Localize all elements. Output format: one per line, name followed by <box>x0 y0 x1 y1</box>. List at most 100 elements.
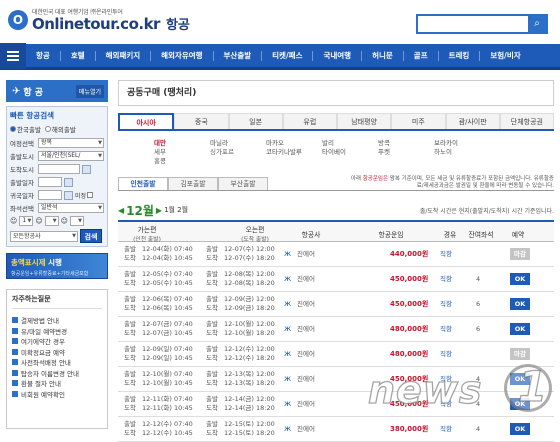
calendar-icon[interactable] <box>64 190 73 200</box>
search-input[interactable]: ⌕ <box>416 14 548 34</box>
radio-korea-departure[interactable]: 한국출발 <box>10 124 41 134</box>
return-arrival: 12-10(월) 18:20 <box>224 329 275 337</box>
outbound-arrival: 12-06(목) 10:45 <box>142 304 193 312</box>
tab-region-6[interactable]: 괌/사이판 <box>445 113 500 129</box>
nav-item-5[interactable]: 티켓/패스 <box>262 50 312 61</box>
reserve-ok-button[interactable]: OK <box>510 323 530 335</box>
nav-item-4[interactable]: 부산출발 <box>214 50 262 61</box>
return-arrival: 12-12(수) 18:20 <box>224 354 275 362</box>
city-link[interactable]: 푸켓 <box>378 146 390 156</box>
seat-class-label: 좌석선택 <box>10 205 34 213</box>
tab-region-1[interactable]: 중국 <box>174 113 229 129</box>
main-nav: 항공 호텔 해외패키지 해외자유여행 부산출발 티켓/패스 국내여행 허니문 골프 트레킹 보험/비… <box>0 42 560 70</box>
departure-city-select[interactable]: 서울/인천(SEL/ <box>38 151 104 161</box>
nav-item-7[interactable]: 허니문 <box>362 50 403 61</box>
faq-item[interactable]: 비회원 예약확인 <box>12 389 102 400</box>
tab-departure-0[interactable]: 인천출발 <box>118 177 168 190</box>
trip-type-select[interactable]: 왕복 <box>38 138 104 148</box>
faq-item[interactable]: 미확정요금 예약 <box>12 347 102 358</box>
table-row[interactable]: 출발 도착 12-04(화) 07:40 12-04(화) 10:45 출발 도착 12-0… <box>118 242 554 267</box>
flex-date-checkbox[interactable]: 미정 <box>75 191 94 200</box>
nav-item-0[interactable]: 항공 <box>26 50 60 61</box>
current-month: 12월 <box>126 203 154 218</box>
radio-overseas-departure[interactable]: 해외출발 <box>44 124 76 134</box>
passenger-count-select[interactable]: 1 <box>19 216 34 226</box>
faq-bullet-icon <box>12 390 18 397</box>
nav-item-2[interactable]: 해외패키지 <box>96 50 151 61</box>
faq-item[interactable]: 유/마일 예약변경 <box>12 326 102 337</box>
tab-region-4[interactable]: 남태평양 <box>337 113 392 129</box>
arr-label: 도착 <box>124 429 136 437</box>
nav-item-10[interactable]: 보험/비자 <box>480 50 530 61</box>
faq-bullet-icon <box>12 359 18 366</box>
nav-item-1[interactable]: 호텔 <box>61 50 95 61</box>
airline-cell: ж 진에어 <box>284 425 315 434</box>
airline-cell: ж 진에어 <box>284 250 315 259</box>
menu-open-button[interactable]: 메뉴열기 <box>75 84 104 98</box>
tab-region-7[interactable]: 단체항공권 <box>499 113 554 129</box>
faq-item-label: 탑승자 이름변경 안내 <box>21 369 79 378</box>
faq-item-label: 사전좌석배정 안내 <box>21 359 71 368</box>
search-button[interactable]: 검색 <box>80 229 102 243</box>
seat-class-select[interactable]: 일반석 <box>38 203 104 213</box>
departure-date-input[interactable] <box>38 177 62 187</box>
faq-item[interactable]: 결제방법 안내 <box>12 315 102 326</box>
city-link[interactable]: 하노이 <box>434 146 452 156</box>
tab-departure-2[interactable]: 부산출발 <box>218 177 268 190</box>
city-link[interactable]: 타이베이 <box>322 146 346 156</box>
faq-item[interactable]: 여기에약간 경우 <box>12 336 102 347</box>
other-months-link[interactable]: 1월 2월 <box>164 205 188 215</box>
nav-item-6[interactable]: 국내여행 <box>313 50 361 61</box>
next-month-arrow-icon[interactable]: ▶ <box>156 206 162 215</box>
nav-item-8[interactable]: 골프 <box>404 50 438 61</box>
menu-icon[interactable] <box>0 42 26 69</box>
nav-item-3[interactable]: 해외자유여행 <box>151 50 212 61</box>
city-link[interactable]: 싱가포르 <box>210 146 234 156</box>
watermark-digit: 1 <box>517 361 548 411</box>
return-departure: 12-09(금) 12:00 <box>224 295 275 303</box>
faq-bullet-icon <box>12 369 18 376</box>
arrival-city-input[interactable] <box>38 164 80 174</box>
faq-item[interactable]: 사전좌석배정 안내 <box>12 357 102 368</box>
site-logo[interactable]: O 대한민국 대표 여행기업 ㈜온라인투어 Onlinetour.co.kr 항… <box>8 6 190 33</box>
infant-count-select[interactable] <box>69 216 84 226</box>
airline-select[interactable]: 모든항공사 <box>10 230 78 242</box>
child-count-select[interactable] <box>44 216 59 226</box>
dep-label: 출발 <box>206 295 218 303</box>
departure-date-label: 출발일자 <box>10 179 34 187</box>
dep-label: 출발 <box>206 320 218 328</box>
prev-month-arrow-icon[interactable]: ◀ <box>118 206 124 215</box>
reserve-ok-button[interactable]: OK <box>510 273 530 285</box>
table-row[interactable]: 출발 도착 12-07(금) 07:40 12-07(금) 10:45 출발 도착 12-1… <box>118 317 554 342</box>
tab-region-2[interactable]: 일본 <box>228 113 283 129</box>
city-link[interactable]: 홍콩 <box>154 155 166 165</box>
faq-item-label: 환불 절차 안내 <box>21 380 62 389</box>
search-icon[interactable]: ⌕ <box>528 16 546 32</box>
airline-name: 진에어 <box>297 375 315 383</box>
faq-item[interactable]: 탑승자 이름변경 안내 <box>12 368 102 379</box>
return-arrival: 12-08(목) 18:20 <box>224 279 275 287</box>
tab-region-5[interactable]: 미주 <box>391 113 446 129</box>
faq-item[interactable]: 환불 절차 안내 <box>12 378 102 389</box>
fare-price: 440,000원 <box>390 250 429 258</box>
return-arrival: 12-09(금) 18:20 <box>224 304 275 312</box>
return-date-input[interactable] <box>38 190 62 200</box>
jinair-butterfly-icon: ж <box>284 324 292 334</box>
table-row[interactable]: 출발 도착 12-06(목) 07:40 12-06(목) 10:45 출발 도착 12-0… <box>118 292 554 317</box>
fare-price: 450,000원 <box>390 300 429 308</box>
reserve-ok-button[interactable]: OK <box>510 298 530 310</box>
outbound-arrival: 12-12(수) 10:45 <box>142 429 193 437</box>
faq-bullet-icon <box>12 317 18 324</box>
city-link[interactable]: 코타키나발루 <box>266 146 302 156</box>
tab-region-0[interactable]: 아시아 <box>118 113 175 129</box>
tab-departure-1[interactable]: 김포출발 <box>168 177 218 190</box>
arr-label: 도착 <box>124 254 136 262</box>
col-airline: 항공사 <box>301 231 321 239</box>
nav-item-9[interactable]: 트레킹 <box>439 50 480 61</box>
table-row[interactable]: 출발 도착 12-05(수) 07:40 12-05(수) 10:45 출발 도착 12-0… <box>118 267 554 292</box>
total-price-banner[interactable]: 총액표시제 시행 항공운임+유류할증료+기타세금포함 <box>6 253 108 279</box>
city-search-icon[interactable] <box>82 164 91 174</box>
airline-cell: ж 진에어 <box>284 400 315 409</box>
calendar-icon[interactable] <box>64 177 73 187</box>
tab-region-3[interactable]: 유럽 <box>282 113 337 129</box>
